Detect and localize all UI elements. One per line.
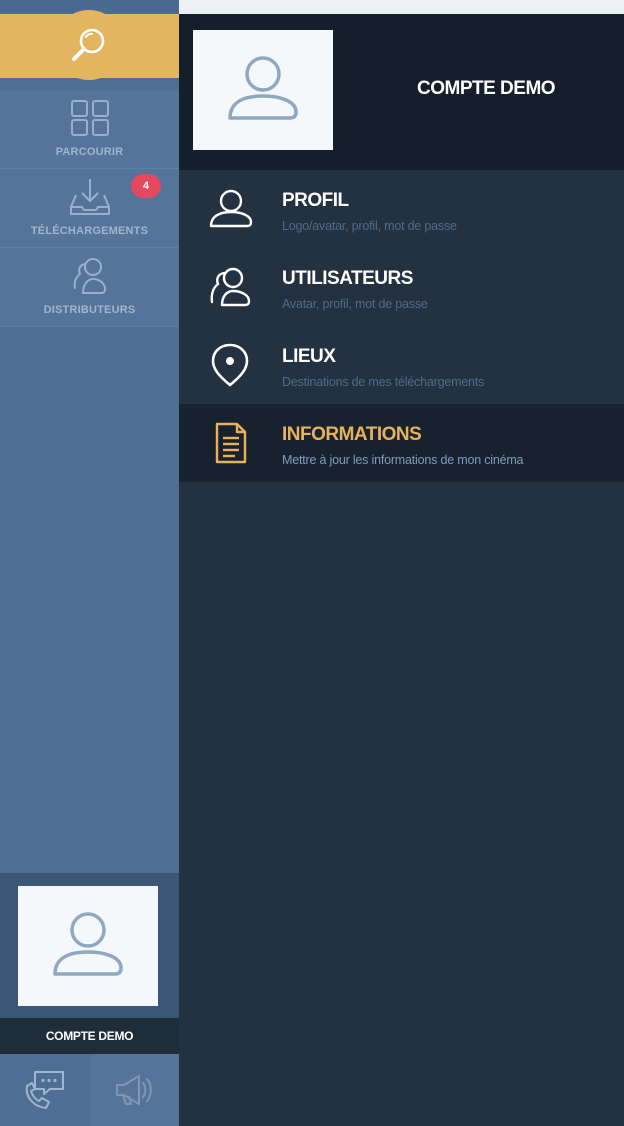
sidebar-item-label: PARCOURIR xyxy=(55,146,124,158)
account-name: COMPTE DEMO xyxy=(417,78,556,99)
search-button[interactable] xyxy=(54,10,124,80)
sidebar-item-telechargements[interactable]: TÉLÉCHARGEMENTS 4 xyxy=(0,169,179,248)
menu-item-profil[interactable]: PROFIL Logo/avatar, profil, mot de passe xyxy=(179,170,624,248)
user-icon xyxy=(205,186,255,232)
announcements-button[interactable] xyxy=(90,1054,179,1126)
user-avatar-icon xyxy=(53,912,123,976)
menu-item-title: PROFIL xyxy=(282,190,349,211)
menu-item-subtitle: Mettre à jour les informations de mon ci… xyxy=(282,453,524,467)
document-icon xyxy=(205,420,255,466)
sidebar-item-parcourir[interactable]: PARCOURIR xyxy=(0,90,179,169)
avatar[interactable] xyxy=(193,30,333,150)
sidebar-item-label: DISTRIBUTEURS xyxy=(43,304,136,316)
menu-item-subtitle: Logo/avatar, profil, mot de passe xyxy=(282,219,457,233)
support-chat-phone-icon xyxy=(25,1071,64,1109)
users-icon xyxy=(205,264,255,310)
sidebar-account[interactable] xyxy=(0,873,179,1021)
menu-item-title: UTILISATEURS xyxy=(282,268,413,289)
menu-item-title: INFORMATIONS xyxy=(282,424,422,445)
support-button[interactable] xyxy=(0,1054,89,1126)
download-count-badge: 4 xyxy=(131,174,161,198)
menu-item-lieux[interactable]: LIEUX Destinations de mes téléchargement… xyxy=(179,326,624,404)
grid-icon xyxy=(67,96,113,140)
avatar[interactable] xyxy=(18,886,158,1006)
megaphone-icon xyxy=(115,1075,152,1105)
sidebar-item-label: TÉLÉCHARGEMENTS xyxy=(30,225,149,237)
sidebar-account-name-bar: COMPTE DEMO xyxy=(0,1018,179,1054)
menu-item-title: LIEUX xyxy=(282,346,336,367)
sidebar-item-distributeurs[interactable]: DISTRIBUTEURS xyxy=(0,248,179,327)
menu-item-utilisateurs[interactable]: UTILISATEURS Avatar, profil, mot de pass… xyxy=(179,248,624,326)
sidebar-account-name: COMPTE DEMO xyxy=(45,1029,134,1043)
top-strip xyxy=(179,0,624,14)
download-icon xyxy=(67,175,113,219)
sidebar-nav: PARCOURIR TÉLÉCHARGEMENTS 4 DISTRIBUTEUR… xyxy=(0,90,179,327)
sidebar-bottom-buttons xyxy=(0,1054,179,1126)
account-menu: PROFIL Logo/avatar, profil, mot de passe… xyxy=(179,170,624,482)
sidebar: PARCOURIR TÉLÉCHARGEMENTS 4 DISTRIBUTEUR… xyxy=(0,0,179,1126)
menu-item-subtitle: Avatar, profil, mot de passe xyxy=(282,297,428,311)
location-pin-icon xyxy=(205,342,255,388)
menu-item-informations[interactable]: INFORMATIONS Mettre à jour les informati… xyxy=(179,404,624,482)
search-icon xyxy=(72,28,105,61)
account-header: COMPTE DEMO xyxy=(179,14,624,170)
distributors-icon xyxy=(67,254,113,298)
menu-item-subtitle: Destinations de mes téléchargements xyxy=(282,375,485,389)
user-avatar-icon xyxy=(228,56,298,120)
